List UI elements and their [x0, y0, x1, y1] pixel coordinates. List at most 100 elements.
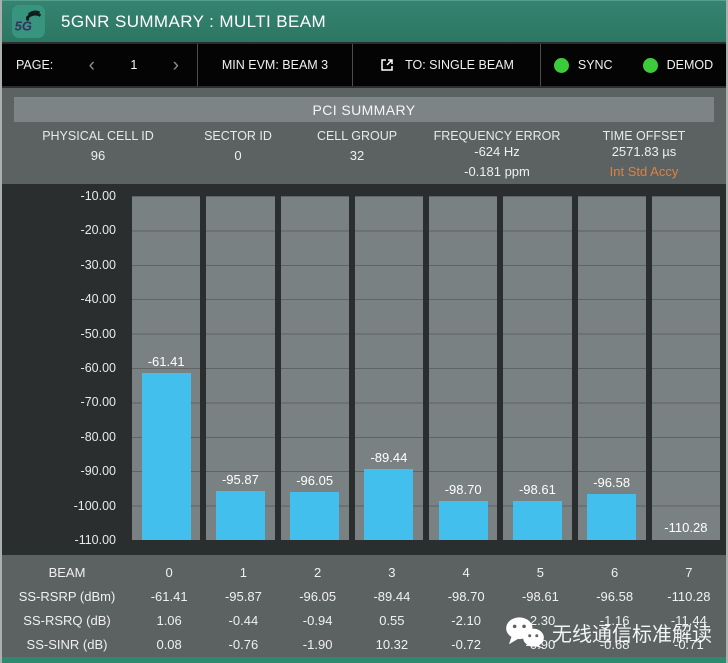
bottom-accent-strip — [2, 657, 726, 663]
field-frequency-error: FREQUENCY ERROR -624 Hz -0.181 ppm — [420, 129, 574, 179]
y-axis-tick: -10.00 — [80, 189, 116, 203]
to-single-beam-button[interactable]: TO: SINGLE BEAM — [353, 44, 541, 86]
min-evm-label: MIN EVM: BEAM 3 — [221, 58, 329, 72]
bar-value-label: -61.41 — [147, 353, 185, 369]
table-cell: 0.55 — [379, 612, 405, 628]
table-row: SS-SINR (dB) 0.08 -0.76 -1.90 10.32 -0.72 -0.9… — [2, 632, 726, 656]
field-value: 0 — [234, 148, 242, 163]
table-cell: 1.06 — [156, 612, 182, 628]
table-cell: -0.94 — [302, 612, 333, 628]
y-axis-tick: -30.00 — [80, 257, 116, 272]
pci-summary-section: PCI SUMMARY PHYSICAL CELL ID 96 SECTOR I… — [2, 88, 726, 184]
chart-column-beam-2: -96.05 — [280, 196, 349, 540]
table-cell: -0.90 — [525, 636, 556, 652]
pci-summary-header: PCI SUMMARY — [14, 97, 714, 122]
table-cell: -0.72 — [451, 636, 481, 652]
y-axis-tick: -60.00 — [80, 361, 116, 375]
y-axis-tick: -50.00 — [80, 326, 116, 341]
chart-column-beam-0: -61.41 — [132, 196, 201, 540]
table-row: SS-RSRP (dBm) -61.41 -95.87 -96.05 -89.44 -98… — [2, 584, 726, 608]
field-value: 96 — [90, 148, 106, 163]
table-cell: -0.44 — [228, 612, 259, 628]
y-axis-tick: -20.00 — [80, 223, 116, 238]
beam-bar-chart: -10.00 -20.00 -30.00 -40.00 -50.00 -60.00 -70.… — [2, 184, 726, 555]
table-cell: -1.90 — [302, 636, 333, 652]
table-cell: -98.70 — [447, 588, 485, 604]
status-indicators: SYNC DEMOD — [541, 44, 726, 86]
y-axis: -10.00 -20.00 -30.00 -40.00 -50.00 -60.00 -70.… — [2, 184, 124, 555]
bar-value-label: -110.28 — [664, 520, 708, 535]
pager: PAGE: ‹ 1 › — [2, 44, 198, 86]
sync-status-dot — [553, 57, 569, 73]
demod-status-dot — [642, 57, 658, 73]
logo-5g-text: 5G — [15, 18, 32, 33]
table-cell: -96.58 — [596, 588, 634, 604]
field-label: FREQUENCY ERROR — [433, 129, 561, 143]
chart-column-beam-6: -96.58 — [577, 196, 646, 540]
min-evm-button[interactable]: MIN EVM: BEAM 3 — [198, 44, 353, 86]
table-cell: -98.61 — [521, 588, 559, 604]
y-axis-tick: -80.00 — [80, 429, 116, 444]
bar-value-label: -98.61 — [518, 481, 556, 497]
field-label: CELL GROUP — [316, 129, 398, 143]
table-cell: -61.41 — [150, 588, 188, 604]
sync-status: SYNC — [553, 57, 613, 73]
field-value: 2571.83 µs — [611, 144, 677, 159]
table-cell: -0.68 — [599, 636, 630, 652]
chart-column-beam-4: -98.70 — [429, 196, 498, 540]
page-label: PAGE: — [16, 58, 54, 72]
field-cell-group: CELL GROUP 32 — [294, 129, 420, 179]
table-cell: 0.08 — [156, 636, 182, 652]
chart-bar-beam-4 — [438, 501, 488, 540]
bar-value-label: -96.58 — [593, 474, 631, 490]
5g-logo-icon: 5G — [12, 5, 45, 38]
table-row: SS-RSRQ (dB) 1.06 -0.44 -0.94 0.55 -2.10 -2.30… — [2, 608, 726, 632]
table-row-label: SS-SINR (dB) — [26, 636, 108, 652]
chart-bar-beam-0 — [141, 372, 191, 540]
app-window: 5G 5GNR SUMMARY : MULTI BEAM PAGE: ‹ 1 ›… — [0, 0, 728, 663]
chevron-left-icon[interactable]: ‹ — [85, 56, 99, 75]
chevron-right-icon[interactable]: › — [169, 56, 183, 75]
bar-value-label: -89.44 — [370, 450, 408, 466]
chart-bar-beam-6 — [587, 493, 637, 540]
demod-label: DEMOD — [666, 58, 714, 72]
table-cell: 3 — [388, 564, 396, 580]
chart-bar-beam-3 — [364, 469, 414, 540]
y-axis-tick: -70.00 — [80, 395, 116, 410]
table-cell: -2.30 — [525, 612, 556, 628]
sync-label: SYNC — [577, 58, 613, 72]
page-number[interactable]: 1 — [130, 58, 137, 72]
table-cell: 10.32 — [375, 636, 409, 652]
chart-column-beam-5: -98.61 — [503, 196, 572, 540]
table-row: BEAM 0 1 2 3 4 5 6 7 — [2, 560, 726, 584]
table-cell: -0.71 — [674, 636, 704, 652]
field-physical-cell-id: PHYSICAL CELL ID 96 — [14, 129, 182, 179]
external-link-icon — [381, 59, 393, 71]
table-cell: -89.44 — [373, 588, 411, 604]
chart-column-beam-1: -95.87 — [206, 196, 275, 540]
table-cell: 2 — [314, 564, 322, 580]
table-row-label: SS-RSRQ (dB) — [23, 612, 111, 628]
field-label: TIME OFFSET — [602, 129, 686, 143]
field-label: SECTOR ID — [204, 129, 272, 143]
bar-value-label: -95.87 — [221, 472, 259, 488]
bar-value-label: -96.05 — [296, 473, 334, 489]
title-bar: 5G 5GNR SUMMARY : MULTI BEAM — [2, 0, 726, 42]
field-accuracy-note: Int Std Accy — [609, 164, 679, 179]
table-cell: 7 — [685, 564, 693, 580]
field-value-secondary: -0.181 ppm — [464, 164, 530, 179]
y-axis-tick: -40.00 — [80, 292, 116, 307]
chart-bar-beam-1 — [215, 491, 265, 540]
table-cell: -95.87 — [224, 588, 262, 604]
table-cell: 6 — [611, 564, 619, 580]
bar-value-label: -98.70 — [444, 482, 482, 498]
chart-column-beam-3: -89.44 — [354, 196, 423, 540]
table-cell: -0.76 — [228, 636, 259, 652]
to-single-beam-label: TO: SINGLE BEAM — [405, 58, 514, 72]
table-cell: -110.28 — [667, 588, 711, 604]
beam-metrics-table: BEAM 0 1 2 3 4 5 6 7 SS-RSRP (dBm) -61.41 -95.87 -96… — [2, 555, 726, 657]
field-time-offset: TIME OFFSET 2571.83 µs Int Std Accy — [574, 129, 714, 179]
table-cell: 4 — [462, 564, 470, 580]
table-row-label: BEAM — [48, 564, 86, 580]
field-value: -624 Hz — [474, 144, 520, 159]
